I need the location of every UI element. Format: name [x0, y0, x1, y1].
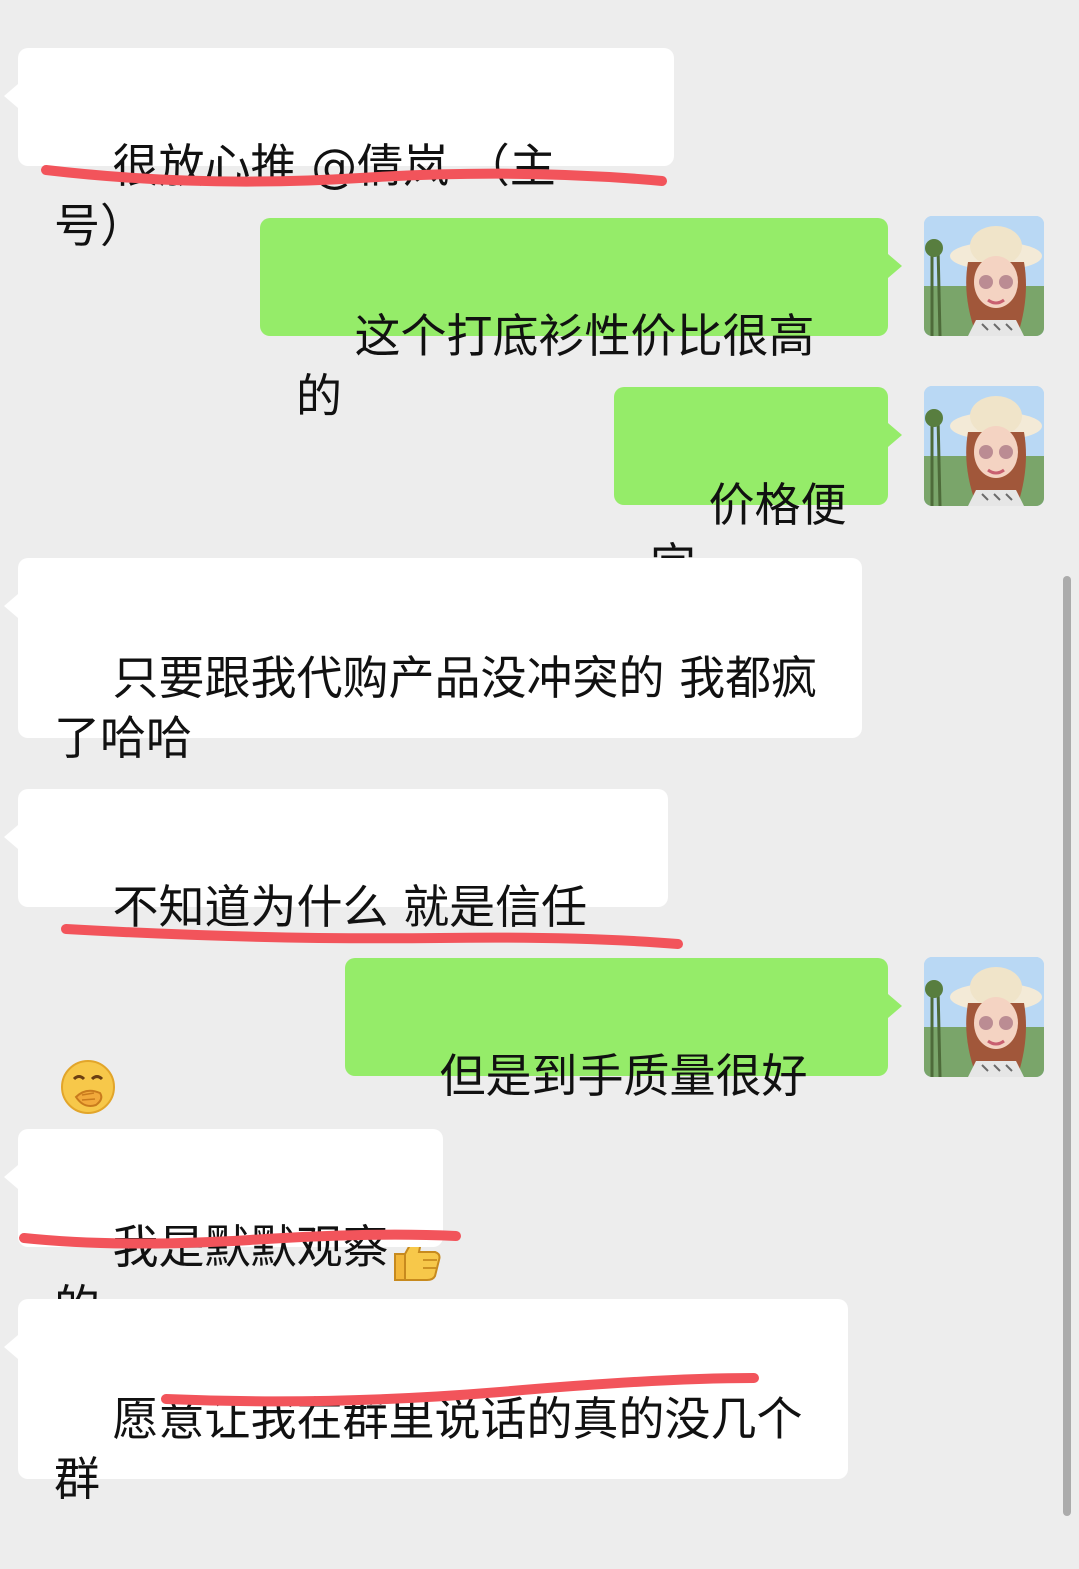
incoming-message-bubble[interactable]: 不知道为什么 就是信任: [4, 789, 668, 1114]
incoming-message-bubble[interactable]: 我是默默观察的: [4, 1129, 443, 1334]
user-avatar-icon[interactable]: [924, 957, 1044, 1077]
chat-message-list[interactable]: 很放心推 @倩岚 （主号） 这个打底衫性价比很高的 价格便宜: [0, 0, 1079, 1529]
user-avatar-icon[interactable]: [924, 216, 1044, 336]
user-avatar-icon[interactable]: [924, 386, 1044, 506]
incoming-message-bubble[interactable]: 只要跟我代购产品没冲突的 我都疯了哈哈: [4, 558, 862, 765]
message-text: 不知道为什么 就是信任: [112, 880, 588, 934]
message-text: 愿意让我在群里说话的真的没几个群: [54, 1392, 803, 1506]
hand-over-mouth-emoji-icon: [60, 939, 116, 1114]
scrollbar-thumb[interactable]: [1063, 576, 1071, 1516]
incoming-message-bubble[interactable]: 很放心推 @倩岚 （主号）: [4, 48, 674, 253]
outgoing-message-bubble[interactable]: 但是到手质量很好: [345, 958, 902, 1281]
outgoing-message-bubble[interactable]: 价格便宜: [614, 387, 902, 592]
message-text: 只要跟我代购产品没冲突的 我都疯了哈哈: [54, 651, 818, 765]
message-text: 但是到手质量很好: [439, 1049, 808, 1103]
outgoing-message-bubble[interactable]: 这个打底衫性价比很高的: [260, 218, 902, 423]
incoming-message-bubble[interactable]: 愿意让我在群里说话的真的没几个群: [4, 1299, 848, 1506]
